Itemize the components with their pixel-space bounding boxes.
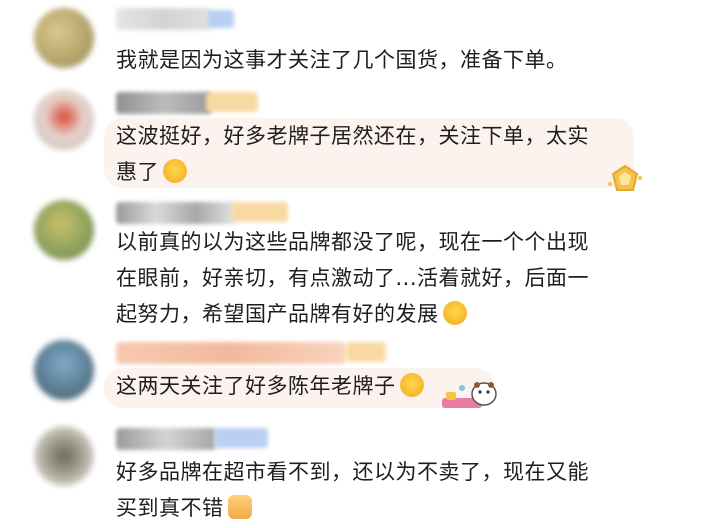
comment-text: 好多品牌在超市看不到，还以为不卖了，现在又能 买到真不错 — [116, 460, 589, 520]
user-badge — [206, 92, 258, 112]
avatar[interactable] — [34, 90, 94, 150]
username[interactable] — [116, 342, 346, 364]
user-badge — [214, 428, 268, 448]
comment-2: 这波挺好，好多老牌子居然还在，关注下单，太实 惠了 — [0, 88, 701, 198]
comment-5: 好多品牌在超市看不到，还以为不卖了，现在又能 买到真不错 — [0, 424, 701, 528]
username[interactable] — [116, 8, 212, 30]
animal-sticker — [442, 382, 497, 408]
avatar[interactable] — [34, 426, 94, 486]
thumbs-up-emoji — [227, 495, 252, 519]
laughing-crying-emoji — [163, 159, 187, 183]
username[interactable] — [116, 428, 216, 450]
comment-text: 这两天关注了好多陈年老牌子 — [116, 368, 424, 404]
comment-1: 我就是因为这事才关注了几个国货，准备下单。 — [0, 0, 701, 88]
laughing-crying-emoji — [399, 373, 424, 397]
username[interactable] — [116, 202, 236, 224]
comment-4: 这两天关注了好多陈年老牌子 — [0, 338, 701, 424]
crown-badge-sticker — [608, 164, 642, 191]
avatar[interactable] — [34, 8, 94, 68]
comment-text: 我就是因为这事才关注了几个国货，准备下单。 — [116, 48, 568, 72]
username[interactable] — [116, 92, 212, 114]
avatar[interactable] — [34, 200, 94, 260]
comment-text: 这波挺好，好多老牌子居然还在，关注下单，太实 惠了 — [116, 124, 589, 184]
comment-text: 以前真的以为这些品牌都没了呢，现在一个个出现 在眼前，好亲切，有点激动了...活… — [116, 230, 590, 326]
user-badge — [232, 202, 288, 222]
comment-3: 以前真的以为这些品牌都没了呢，现在一个个出现 在眼前，好亲切，有点激动了...活… — [0, 198, 701, 338]
avatar[interactable] — [34, 340, 94, 400]
user-badge — [208, 10, 234, 28]
crying-emoji — [442, 301, 467, 325]
user-badge — [346, 342, 386, 362]
